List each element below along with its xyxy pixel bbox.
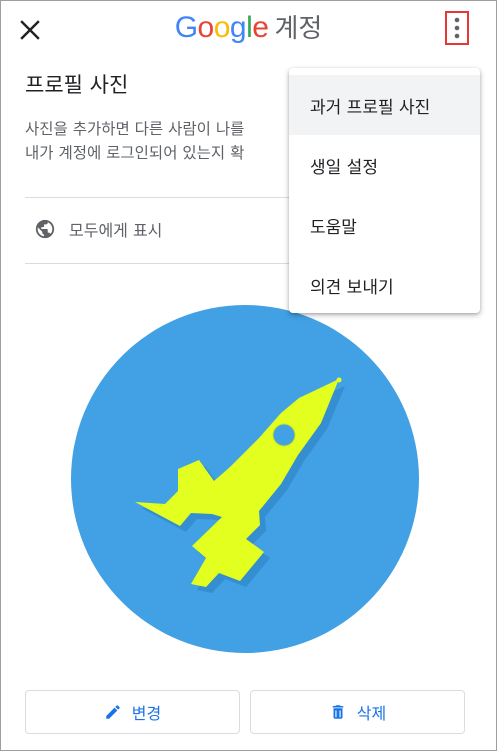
edit-label: 변경 xyxy=(131,704,162,723)
logo-letter: o xyxy=(213,11,231,44)
more-vert-icon xyxy=(454,17,460,39)
menu-item-help[interactable]: 도움말 xyxy=(289,195,480,255)
overflow-menu: 과거 프로필 사진 생일 설정 도움말 의견 보내기 xyxy=(289,68,480,313)
visibility-row: 모두에게 표시 xyxy=(25,207,162,251)
trash-icon xyxy=(332,705,344,719)
menu-item-label: 의견 보내기 xyxy=(310,277,394,298)
profile-photo xyxy=(71,305,419,653)
description: 사진을 추가하면 다른 사람이 나를 내가 계정에 로그인되어 있는지 확 xyxy=(25,117,305,165)
menu-item-birthday-settings[interactable]: 생일 설정 xyxy=(289,135,480,195)
logo-letter: o xyxy=(197,11,215,44)
description-line: 내가 계정에 로그인되어 있는지 확 xyxy=(25,144,245,162)
logo-letter: G xyxy=(174,11,198,44)
pencil-icon xyxy=(106,705,120,719)
app-window: Google 계정 프로필 사진 사진을 추가하면 다른 사람이 나를 내가 계정… xyxy=(0,0,497,751)
account-label: 계정 xyxy=(274,14,323,44)
logo-letter: g xyxy=(229,11,247,44)
visibility-label: 모두에게 표시 xyxy=(69,221,163,240)
globe-icon xyxy=(35,219,55,239)
google-logo: Google xyxy=(175,11,269,44)
menu-item-label: 생일 설정 xyxy=(310,157,378,178)
page-title: 프로필 사진 xyxy=(25,73,129,97)
description-line: 사진을 추가하면 다른 사람이 나를 xyxy=(25,120,245,138)
more-options-button[interactable] xyxy=(445,11,469,45)
delete-label: 삭제 xyxy=(356,704,387,723)
brand-title: Google 계정 xyxy=(1,11,496,46)
delete-button[interactable]: 삭제 xyxy=(250,690,465,734)
menu-item-label: 도움말 xyxy=(310,217,357,238)
edit-button[interactable]: 변경 xyxy=(25,690,240,734)
menu-item-send-feedback[interactable]: 의견 보내기 xyxy=(289,255,480,315)
menu-item-past-photos[interactable]: 과거 프로필 사진 xyxy=(289,75,480,135)
logo-letter: e xyxy=(252,11,269,44)
menu-item-label: 과거 프로필 사진 xyxy=(310,97,431,118)
